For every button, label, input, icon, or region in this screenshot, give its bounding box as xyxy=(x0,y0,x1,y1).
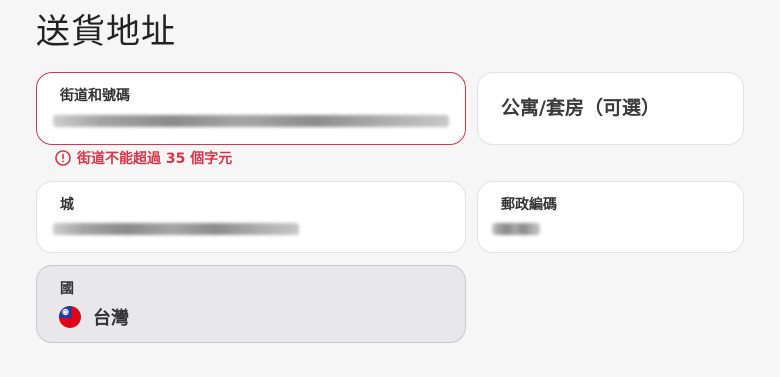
street-value-redacted xyxy=(53,115,449,127)
street-error-message: 街道不能超過 35 個字元 xyxy=(55,148,232,168)
shipping-address-form: 送貨地址 街道和號碼 街道不能超過 35 個字元 公寓/套房（可選） 城 郵政編… xyxy=(0,0,780,377)
city-field[interactable]: 城 xyxy=(36,181,466,253)
city-label: 城 xyxy=(60,197,74,213)
error-icon xyxy=(55,150,71,166)
section-title: 送貨地址 xyxy=(36,12,176,52)
country-value: 台灣 xyxy=(93,308,129,329)
country-value-row: 台灣 xyxy=(59,304,129,330)
postal-code-label: 郵政編碼 xyxy=(501,197,557,213)
taiwan-flag-icon xyxy=(59,306,81,328)
street-field[interactable]: 街道和號碼 xyxy=(36,72,466,145)
country-field: 國 台灣 xyxy=(36,265,466,343)
apartment-placeholder: 公寓/套房（可選） xyxy=(501,97,660,119)
city-value-redacted xyxy=(53,223,299,235)
country-label: 國 xyxy=(60,281,74,297)
street-label: 街道和號碼 xyxy=(60,88,130,104)
apartment-field[interactable]: 公寓/套房（可選） xyxy=(477,72,744,145)
postal-code-field[interactable]: 郵政編碼 xyxy=(477,181,744,253)
street-error-text: 街道不能超過 35 個字元 xyxy=(77,151,233,167)
postal-code-value-redacted xyxy=(492,223,540,235)
